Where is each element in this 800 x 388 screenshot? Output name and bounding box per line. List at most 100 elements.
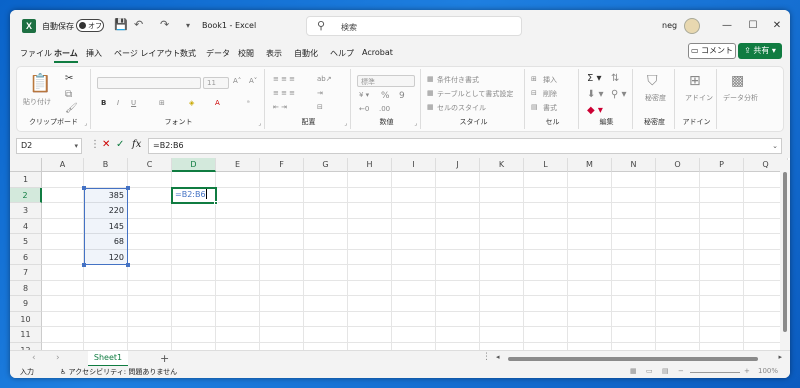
save-icon[interactable]: 💾 [114, 18, 128, 31]
cell-k10[interactable] [480, 311, 524, 327]
cell-c7[interactable] [128, 265, 172, 281]
worksheet-grid[interactable]: ABCDEFGHIJKLMNOPQ 1 2 3 4 5 6 7 8 9 10 11 12 385 220… [10, 158, 790, 350]
cell-j3[interactable] [436, 203, 480, 219]
select-all-corner[interactable] [10, 158, 42, 172]
cell-e9[interactable] [216, 296, 260, 312]
cell-a9[interactable] [42, 296, 84, 312]
column-header-p[interactable]: P [700, 158, 744, 172]
cell-j5[interactable] [436, 234, 480, 250]
cell-l7[interactable] [524, 265, 568, 281]
clear-icon[interactable]: ◆ ▾ [587, 105, 603, 116]
data-analysis-label[interactable]: データ分析 [723, 93, 758, 103]
cut-icon[interactable]: ✂ [65, 73, 73, 84]
cell-b7[interactable] [84, 265, 128, 281]
cell-h6[interactable] [348, 249, 392, 265]
close-button[interactable]: ✕ [764, 16, 790, 36]
cell-k8[interactable] [480, 280, 524, 296]
align-top-icon[interactable]: ≡ ≡ ≡ [273, 75, 295, 83]
cell-b1[interactable] [84, 172, 128, 188]
horizontal-scroll-thumb[interactable] [508, 357, 758, 361]
cell-e3[interactable] [216, 203, 260, 219]
cell-n8[interactable] [612, 280, 656, 296]
fill-icon[interactable]: ⬇ ▾ [587, 89, 604, 100]
cell-p2[interactable] [700, 187, 744, 203]
page-break-view-icon[interactable]: ▤ [662, 367, 669, 375]
insert-cells-label[interactable]: 挿入 [543, 75, 557, 85]
bold-icon[interactable]: B [101, 99, 106, 107]
cell-l10[interactable] [524, 311, 568, 327]
row-header-8[interactable]: 8 [10, 280, 42, 296]
cell-e2[interactable] [216, 187, 260, 203]
vertical-scrollbar[interactable] [780, 160, 790, 350]
addins-icon[interactable]: ⊞ [689, 73, 701, 89]
cell-g3[interactable] [304, 203, 348, 219]
column-header-e[interactable]: E [216, 158, 260, 172]
horizontal-scrollbar[interactable]: ◂ ▸ [494, 353, 784, 364]
font-color-icon[interactable]: A [215, 99, 220, 107]
column-header-k[interactable]: K [480, 158, 524, 172]
cell-c8[interactable] [128, 280, 172, 296]
cell-l11[interactable] [524, 327, 568, 343]
cell-f1[interactable] [260, 172, 304, 188]
sort-filter-icon[interactable]: ⇅ [611, 73, 619, 84]
zoom-in-icon[interactable]: + [744, 367, 750, 375]
percent-icon[interactable]: % [381, 91, 390, 101]
cell-l3[interactable] [524, 203, 568, 219]
column-header-n[interactable]: N [612, 158, 656, 172]
cell-g6[interactable] [304, 249, 348, 265]
dialog-launcher-icon[interactable]: ⌟ [258, 120, 261, 127]
insert-function-icon[interactable]: fx [132, 139, 141, 150]
cell-i6[interactable] [392, 249, 436, 265]
cell-h4[interactable] [348, 218, 392, 234]
decrease-font-icon[interactable]: A˅ [249, 77, 257, 85]
next-sheet-icon[interactable]: › [56, 353, 60, 363]
cell-k7[interactable] [480, 265, 524, 281]
italic-icon[interactable]: I [117, 99, 119, 107]
cell-p5[interactable] [700, 234, 744, 250]
cell-h3[interactable] [348, 203, 392, 219]
cell-m10[interactable] [568, 311, 612, 327]
cell-a2[interactable] [42, 187, 84, 203]
row-header-1[interactable]: 1 [10, 172, 42, 188]
cell-g12[interactable] [304, 342, 348, 350]
cell-m6[interactable] [568, 249, 612, 265]
redo-icon[interactable]: ↷ [160, 18, 169, 31]
range-resize-handle[interactable] [82, 263, 86, 267]
cell-d7[interactable] [172, 265, 216, 281]
cell-m8[interactable] [568, 280, 612, 296]
cell-k6[interactable] [480, 249, 524, 265]
cell-i2[interactable] [392, 187, 436, 203]
cell-l2[interactable] [524, 187, 568, 203]
paste-icon[interactable]: 📋 [29, 73, 51, 94]
cell-i5[interactable] [392, 234, 436, 250]
cell-f8[interactable] [260, 280, 304, 296]
cell-n6[interactable] [612, 249, 656, 265]
cell-c12[interactable] [128, 342, 172, 350]
cell-n5[interactable] [612, 234, 656, 250]
cancel-icon[interactable]: ✕ [102, 139, 110, 150]
column-header-o[interactable]: O [656, 158, 700, 172]
cell-n4[interactable] [612, 218, 656, 234]
dialog-launcher-icon[interactable]: ⌟ [84, 120, 87, 127]
cell-k4[interactable] [480, 218, 524, 234]
cell-g11[interactable] [304, 327, 348, 343]
cell-d12[interactable] [172, 342, 216, 350]
cell-b4[interactable]: 145 [84, 218, 128, 234]
cell-d5[interactable] [172, 234, 216, 250]
column-header-c[interactable]: C [128, 158, 172, 172]
cell-j12[interactable] [436, 342, 480, 350]
addins-button-label[interactable]: アドイン [685, 93, 713, 103]
cell-d3[interactable] [172, 203, 216, 219]
decrease-decimal-icon[interactable]: .00 [379, 105, 390, 113]
enter-icon[interactable]: ✓ [116, 139, 124, 150]
expand-formula-icon[interactable]: ⌄ [772, 139, 778, 153]
cell-g9[interactable] [304, 296, 348, 312]
cell-f3[interactable] [260, 203, 304, 219]
cell-i7[interactable] [392, 265, 436, 281]
cell-b2[interactable]: 385 [84, 187, 128, 203]
cell-styles-icon[interactable]: ▦ [427, 103, 434, 111]
row-header-4[interactable]: 4 [10, 218, 42, 234]
format-as-table-label[interactable]: テーブルとして書式設定 [437, 89, 513, 99]
formula-input[interactable]: =B2:B6 ⌄ [148, 138, 782, 154]
active-cell-d2[interactable]: =B2:B6 [171, 186, 217, 204]
